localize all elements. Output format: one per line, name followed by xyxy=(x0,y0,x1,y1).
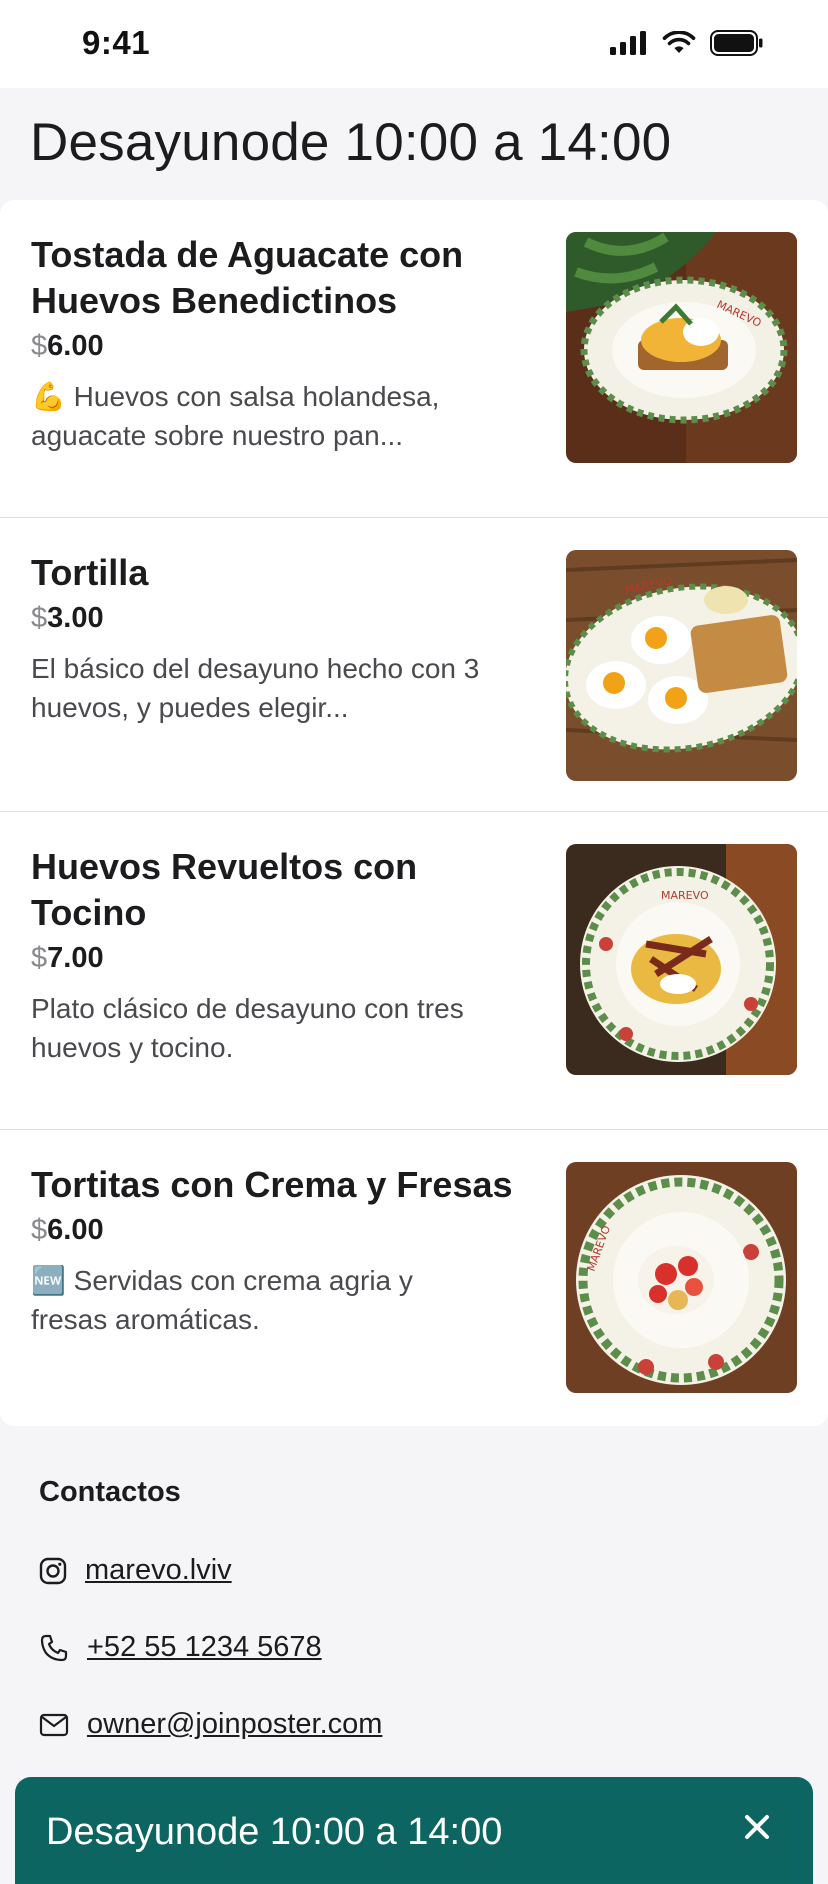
menu-item-price: $7.00 xyxy=(31,942,104,974)
menu-item-price: $6.00 xyxy=(31,330,104,362)
menu-item-price: $3.00 xyxy=(31,602,104,634)
menu-item-photo[interactable]: MAREVO xyxy=(566,232,797,463)
menu-item-tortilla[interactable]: Tortilla $3.00 El básico del desayuno he… xyxy=(0,518,828,812)
page-header: Desayunode 10:00 a 14:00 xyxy=(0,88,828,200)
close-icon[interactable] xyxy=(737,1807,777,1847)
page-title: Desayunode 10:00 a 14:00 xyxy=(30,113,672,172)
contact-email[interactable]: owner@joinposter.com xyxy=(39,1708,382,1741)
wifi-icon xyxy=(662,31,696,53)
flexed-biceps-emoji: 💪 xyxy=(31,381,66,412)
banner-text: Desayunode 10:00 a 14:00 xyxy=(46,1811,503,1853)
status-bar: 9:41 xyxy=(0,0,828,88)
menu-item-description: El básico del desayuno hecho con 3 huevo… xyxy=(31,653,480,723)
menu-item-huevos-revueltos[interactable]: Huevos Revueltos con Tocino $7.00 Plato … xyxy=(0,812,828,1130)
menu-list: Tostada de Aguacate con Huevos Benedicti… xyxy=(0,200,828,1426)
menu-item-text: Tortilla $3.00 El básico del desayuno he… xyxy=(31,550,541,727)
menu-item-photo[interactable]: MAREVO xyxy=(566,1162,797,1393)
menu-item-name: Tostada de Aguacate con Huevos Benedicti… xyxy=(31,234,464,321)
menu-item-name: Tortilla xyxy=(31,552,149,593)
menu-item-text: Huevos Revueltos con Tocino $7.00 Plato … xyxy=(31,844,541,1067)
menu-item-text: Tostada de Aguacate con Huevos Benedicti… xyxy=(31,232,541,455)
menu-item-name: Huevos Revueltos con Tocino xyxy=(31,846,418,933)
menu-item-tostada-aguacate[interactable]: Tostada de Aguacate con Huevos Benedicti… xyxy=(0,200,828,518)
menu-item-name: Tortitas con Crema y Fresas xyxy=(31,1164,513,1205)
cellular-signal-icon xyxy=(610,31,646,55)
instagram-icon xyxy=(39,1557,67,1584)
menu-item-photo[interactable]: MAREVO xyxy=(566,550,797,781)
contact-phone[interactable]: +52 55 1234 5678 xyxy=(39,1631,322,1664)
menu-item-photo[interactable]: MAREVO xyxy=(566,844,797,1075)
menu-item-description: Plato clásico de desayuno con tres huevo… xyxy=(31,993,464,1063)
menu-item-description: 🆕 Servidas con crema agria y fresas arom… xyxy=(31,1265,413,1335)
contact-instagram[interactable]: marevo.lviv xyxy=(39,1554,232,1587)
svg-text:MAREVO: MAREVO xyxy=(661,889,709,902)
phone-icon xyxy=(40,1634,68,1661)
new-badge-emoji: 🆕 xyxy=(31,1265,66,1296)
status-time: 9:41 xyxy=(82,24,151,61)
contacts-title: Contactos xyxy=(39,1476,181,1508)
mail-icon xyxy=(39,1713,69,1736)
menu-item-price: $6.00 xyxy=(31,1214,104,1246)
battery-icon xyxy=(710,30,763,56)
schedule-banner: Desayunode 10:00 a 14:00 xyxy=(15,1777,813,1884)
status-icons xyxy=(610,30,764,56)
email-link[interactable]: owner@joinposter.com xyxy=(87,1708,382,1741)
menu-item-description: 💪 Huevos con salsa holandesa, aguacate s… xyxy=(31,381,440,451)
instagram-link[interactable]: marevo.lviv xyxy=(85,1554,232,1587)
phone-link[interactable]: +52 55 1234 5678 xyxy=(87,1631,322,1664)
menu-item-text: Tortitas con Crema y Fresas $6.00 🆕 Serv… xyxy=(31,1162,541,1339)
menu-item-tortitas-crema-fresas[interactable]: Tortitas con Crema y Fresas $6.00 🆕 Serv… xyxy=(0,1130,828,1426)
